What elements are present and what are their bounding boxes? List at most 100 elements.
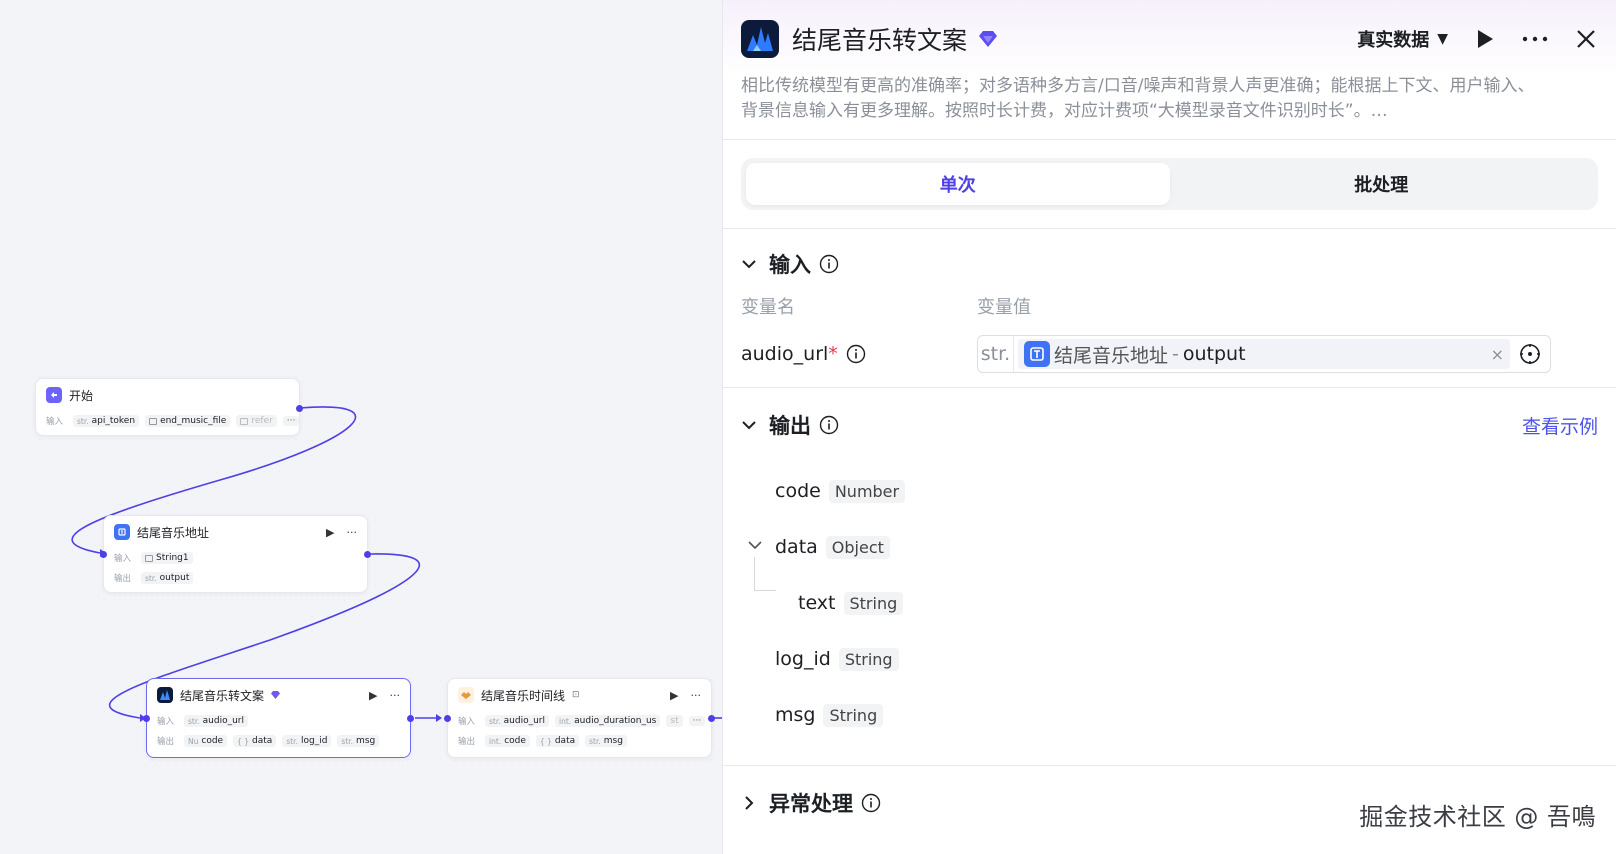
node-outputs-row: 输出 int. code { } data str. msg <box>448 731 711 751</box>
close-icon <box>1577 30 1595 48</box>
plugin-badge-icon: ⊡ <box>572 690 580 700</box>
output-item: code Number <box>775 477 906 505</box>
output-port[interactable] <box>407 715 414 722</box>
input-chip: int. audio_duration_us <box>555 715 661 727</box>
chevron-down-icon[interactable] <box>741 259 757 269</box>
tab-batch[interactable]: 批处理 <box>1170 163 1594 205</box>
arrowhead-icon <box>436 714 442 722</box>
node-start[interactable]: 开始 输入 str. api_token end_music_file refer… <box>35 378 303 436</box>
play-icon <box>1478 30 1493 48</box>
text-process-icon <box>114 524 130 540</box>
gem-icon <box>979 31 998 47</box>
output-chip: { } data <box>233 735 277 747</box>
node-title: 结尾音乐转文案 <box>180 688 265 703</box>
output-chip: str. log_id <box>282 735 332 747</box>
more-chip[interactable]: ··· <box>688 716 706 726</box>
panel-title: 结尾音乐转文案 <box>792 26 968 55</box>
chevron-down-icon[interactable] <box>747 540 763 550</box>
var-value-input[interactable]: str. 结尾音乐地址 - output × <box>977 335 1551 373</box>
output-port[interactable] <box>296 405 303 412</box>
reference-tag[interactable]: 结尾音乐地址 - output × <box>1018 339 1510 369</box>
more-button[interactable] <box>1522 36 1548 42</box>
input-port[interactable] <box>143 715 150 722</box>
node-inputs-row: 输入 str. audio_url <box>147 711 410 731</box>
info-icon[interactable] <box>846 344 866 364</box>
section-title: 输出 <box>769 414 811 438</box>
app-logo-icon <box>157 687 173 703</box>
output-item: msg String <box>775 701 884 729</box>
output-port[interactable] <box>708 715 715 722</box>
node-music-to-text[interactable]: 结尾音乐转文案 ▶ ··· 输入 str. audio_url 输出 Nu code… <box>143 678 414 758</box>
input-chip: str. audio_url <box>184 715 248 727</box>
mode-tabs-wrap: 单次 批处理 <box>723 140 1616 228</box>
run-icon[interactable]: ▶ <box>670 689 678 702</box>
input-chip: str. api_token <box>73 415 140 427</box>
input-chip: refer <box>236 415 277 427</box>
var-name: audio_url * <box>741 343 977 365</box>
output-port[interactable] <box>364 551 371 558</box>
node-timeline[interactable]: 结尾音乐时间线 ⊡ ▶ ··· 输入 str. audio_url int. aud… <box>444 678 715 758</box>
column-headers: 变量名 变量值 <box>741 293 1598 319</box>
caret-down-icon: ▼ <box>1437 31 1448 47</box>
more-icon[interactable]: ··· <box>347 526 358 539</box>
more-icon <box>1522 36 1548 42</box>
output-chip: int. code <box>485 735 530 747</box>
watermark: 掘金技术社区 @ 吾鳴 <box>1359 803 1596 831</box>
type-prefix: str. <box>978 336 1014 372</box>
run-button[interactable] <box>1476 29 1494 49</box>
output-chip: str. msg <box>337 735 380 747</box>
variable-picker-button[interactable] <box>1510 343 1550 365</box>
panel-header: 结尾音乐转文案 真实数据 ▼ 相比传统模型有更高的准确率；对多语种多方言/口音/… <box>723 0 1616 140</box>
type-badge: String <box>843 591 904 615</box>
node-title: 结尾音乐地址 <box>137 525 210 540</box>
node-description: 相比传统模型有更高的准确率；对多语种多方言/口音/噪声和背景人声更准确；能根据上… <box>741 76 1535 121</box>
close-button[interactable] <box>1576 29 1596 49</box>
info-icon[interactable] <box>819 415 839 435</box>
file-icon <box>149 417 158 425</box>
input-chip: String1 <box>141 552 193 564</box>
input-section: 输入 变量名 变量值 audio_url * str. 结尾音乐地址 - outp… <box>723 229 1616 387</box>
section-title: 输入 <box>769 253 811 277</box>
data-mode-dropdown[interactable]: 真实数据 ▼ <box>1357 26 1448 52</box>
gem-icon <box>271 691 281 699</box>
node-title: 开始 <box>69 388 94 403</box>
file-icon <box>145 554 154 562</box>
output-chip: str. output <box>141 572 194 584</box>
col-var-value: 变量值 <box>977 297 1031 318</box>
tab-single[interactable]: 单次 <box>746 163 1170 205</box>
clear-icon[interactable]: × <box>1491 345 1504 364</box>
view-example-link[interactable]: 查看示例 <box>1522 412 1598 439</box>
required-mark: * <box>828 343 838 365</box>
run-icon[interactable]: ▶ <box>369 689 377 702</box>
type-badge: Object <box>825 535 890 559</box>
input-chip: end_music_file <box>145 415 231 427</box>
node-title: 结尾音乐时间线 <box>481 688 566 703</box>
text-process-icon <box>1024 341 1050 367</box>
chevron-down-icon[interactable] <box>741 420 757 430</box>
node-outputs-row: 输出 str. output <box>104 568 367 588</box>
col-var-name: 变量名 <box>741 297 795 318</box>
input-port[interactable] <box>100 551 107 558</box>
type-badge: Number <box>828 479 906 503</box>
input-chip: str. audio_url <box>485 715 549 727</box>
info-icon[interactable] <box>819 254 839 274</box>
tree-line <box>754 557 776 591</box>
output-item: data Object <box>775 533 890 561</box>
run-icon[interactable]: ▶ <box>326 526 334 539</box>
node-music-url[interactable]: 结尾音乐地址 ▶ ··· 输入 String1 输出 str. output <box>100 515 371 593</box>
node-inputs-row: 输入 str. audio_url int. audio_duration_us s… <box>448 711 711 731</box>
more-icon[interactable]: ··· <box>390 689 401 702</box>
chevron-right-icon[interactable] <box>741 795 757 811</box>
target-icon <box>1520 344 1540 364</box>
workflow-canvas[interactable]: 开始 输入 str. api_token end_music_file refer… <box>0 0 722 854</box>
output-item: log_id String <box>775 645 899 673</box>
output-item: text String <box>798 589 904 617</box>
app-logo-icon <box>741 20 779 58</box>
start-icon <box>46 387 62 403</box>
more-chip[interactable]: ··· <box>282 416 299 426</box>
node-outputs-row: 输出 Nu code { } data str. log_id str. msg <box>147 731 410 751</box>
info-icon[interactable] <box>861 793 881 813</box>
var-row: audio_url * str. 结尾音乐地址 - output × <box>741 335 1598 373</box>
more-icon[interactable]: ··· <box>691 689 702 702</box>
input-port[interactable] <box>444 715 451 722</box>
